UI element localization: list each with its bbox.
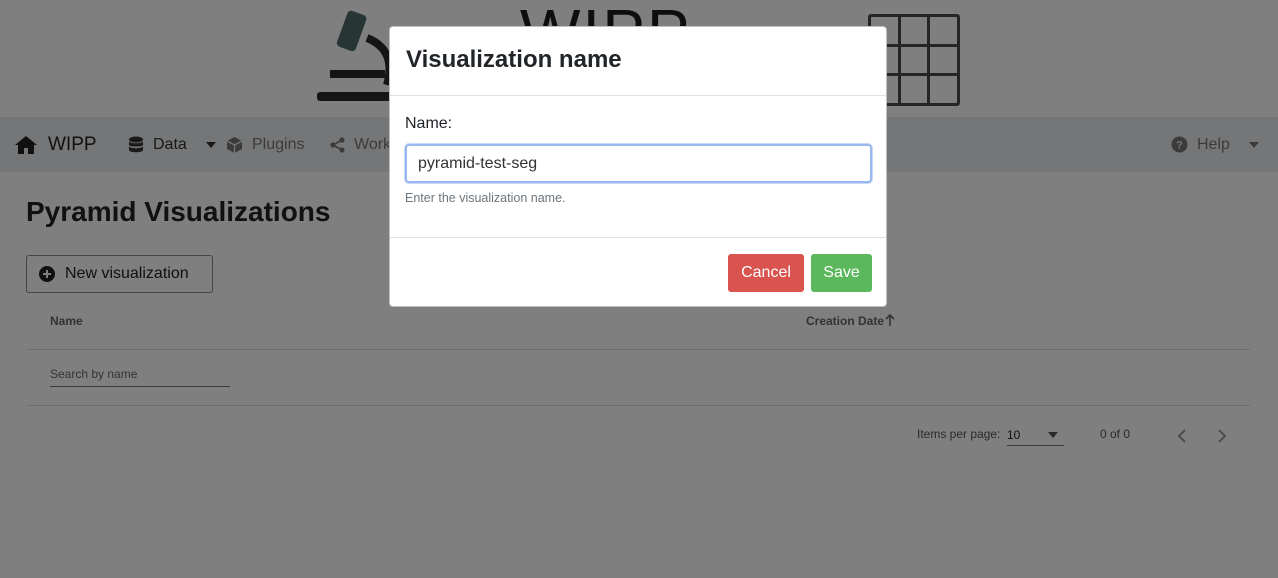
cancel-button[interactable]: Cancel: [728, 254, 804, 292]
modal-title: Visualization name: [406, 46, 622, 73]
save-button[interactable]: Save: [811, 254, 872, 292]
modal-body: Name: Enter the visualization name.: [390, 96, 886, 238]
modal-header: Visualization name: [390, 27, 886, 96]
visualization-name-dialog: Visualization name Name: Enter the visua…: [389, 26, 887, 307]
modal-footer: Cancel Save: [390, 238, 886, 308]
name-help-text: Enter the visualization name.: [405, 191, 566, 205]
name-field-label: Name:: [405, 115, 453, 132]
visualization-name-input[interactable]: [405, 144, 872, 183]
